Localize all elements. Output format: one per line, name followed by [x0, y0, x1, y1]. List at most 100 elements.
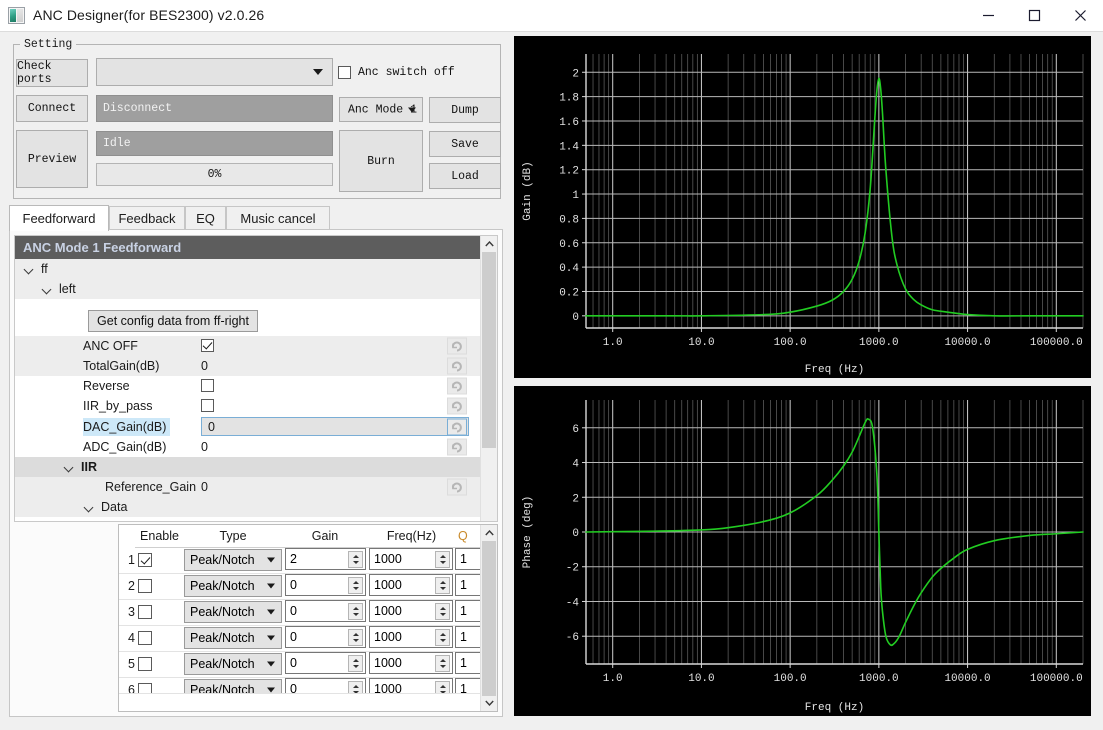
tab-eq[interactable]: EQ	[185, 206, 226, 230]
type-select[interactable]: Peak/Notch	[184, 601, 282, 623]
scroll-down-icon[interactable]	[481, 695, 497, 711]
dac-gain-select[interactable]: 0	[201, 417, 469, 436]
type-select[interactable]: Peak/Notch	[184, 653, 282, 675]
tab-music-cancel[interactable]: Music cancel	[226, 206, 330, 230]
enable-checkbox[interactable]	[138, 657, 152, 671]
freq-stepper[interactable]: 1000	[369, 652, 453, 674]
tree-row-reverse[interactable]: Reverse	[15, 376, 483, 396]
gain-stepper[interactable]: 0	[285, 574, 366, 596]
q-value[interactable]: 1	[455, 600, 481, 622]
tree-row-totalgain[interactable]: TotalGain(dB) 0	[15, 356, 483, 376]
table-scrollbar[interactable]	[480, 525, 497, 711]
table-row[interactable]: 4 Peak/Notch 0 1000 1	[119, 625, 481, 652]
dump-button[interactable]: Dump	[429, 97, 501, 123]
anc-off-checkbox[interactable]	[201, 339, 214, 352]
revert-icon[interactable]	[447, 418, 467, 435]
tree-row-iir[interactable]: IIR	[15, 457, 483, 477]
reverse-checkbox[interactable]	[201, 379, 214, 392]
freq-stepper[interactable]: 1000	[369, 574, 453, 596]
tree-row-iir-bypass[interactable]: IIR_by_pass	[15, 396, 483, 416]
minimize-button[interactable]	[965, 0, 1011, 31]
chevron-down-icon[interactable]	[23, 263, 36, 276]
spinner-arrows-icon[interactable]	[435, 681, 450, 693]
chevron-down-icon[interactable]	[83, 501, 96, 514]
chevron-down-icon[interactable]	[63, 461, 76, 474]
anc-switch-off-row[interactable]: Anc switch off	[338, 66, 455, 79]
spinner-arrows-icon[interactable]	[348, 629, 363, 646]
enable-checkbox[interactable]	[138, 579, 152, 593]
enable-checkbox[interactable]	[138, 683, 152, 693]
scroll-up-icon[interactable]	[481, 525, 497, 541]
tree-row-adc-gain[interactable]: ADC_Gain(dB) 0	[15, 437, 483, 457]
get-config-from-ff-right-button[interactable]: Get config data from ff-right	[88, 310, 258, 332]
load-button[interactable]: Load	[429, 163, 501, 189]
spinner-arrows-icon[interactable]	[348, 655, 363, 672]
save-button[interactable]: Save	[429, 131, 501, 157]
revert-icon[interactable]	[447, 397, 467, 415]
gain-stepper[interactable]: 2	[285, 548, 366, 570]
type-select[interactable]: Peak/Notch	[184, 549, 282, 571]
enable-checkbox[interactable]	[138, 631, 152, 645]
tree-scrollbar[interactable]	[480, 236, 497, 521]
tree-scrollbar-thumb[interactable]	[482, 252, 496, 448]
revert-icon[interactable]	[447, 438, 467, 456]
table-row[interactable]: 5 Peak/Notch 0 1000 1	[119, 651, 481, 678]
tree-row-anc-off[interactable]: ANC OFF	[15, 336, 483, 356]
tree-row-left[interactable]: left	[15, 279, 483, 299]
tree-row-dac-gain[interactable]: DAC_Gain(dB) 0	[15, 416, 483, 437]
gain-stepper[interactable]: 0	[285, 600, 366, 622]
chevron-down-icon[interactable]	[41, 283, 54, 296]
enable-checkbox[interactable]	[138, 553, 152, 567]
spinner-arrows-icon[interactable]	[348, 603, 363, 620]
spinner-arrows-icon[interactable]	[435, 551, 450, 568]
spinner-arrows-icon[interactable]	[435, 655, 450, 672]
freq-stepper[interactable]: 1000	[369, 548, 453, 570]
type-select[interactable]: Peak/Notch	[184, 679, 282, 693]
table-row[interactable]: 6 Peak/Notch 0 1000 1	[119, 677, 481, 694]
scroll-up-icon[interactable]	[481, 236, 497, 252]
anc-switch-off-checkbox[interactable]	[338, 66, 351, 79]
table-row[interactable]: 1 Peak/Notch 2 1000 1	[119, 547, 481, 574]
tree-row-ff[interactable]: ff	[15, 259, 483, 279]
revert-icon[interactable]	[447, 478, 467, 496]
table-row[interactable]: 3 Peak/Notch 0 1000 1	[119, 599, 481, 626]
q-value[interactable]: 1	[455, 626, 481, 648]
maximize-button[interactable]	[1011, 0, 1057, 31]
q-value[interactable]: 1	[455, 574, 481, 596]
gain-stepper[interactable]: 0	[285, 626, 366, 648]
preview-button[interactable]: Preview	[16, 130, 88, 188]
freq-stepper[interactable]: 1000	[369, 626, 453, 648]
q-value[interactable]: 1	[455, 652, 481, 674]
revert-icon[interactable]	[447, 377, 467, 395]
close-button[interactable]	[1057, 0, 1103, 31]
type-select[interactable]: Peak/Notch	[184, 627, 282, 649]
revert-icon[interactable]	[447, 357, 467, 375]
spinner-arrows-icon[interactable]	[435, 577, 450, 594]
spinner-arrows-icon[interactable]	[348, 681, 363, 693]
port-select[interactable]	[96, 58, 333, 86]
table-scrollbar-thumb[interactable]	[482, 541, 496, 696]
enable-checkbox[interactable]	[138, 605, 152, 619]
spinner-arrows-icon[interactable]	[348, 577, 363, 594]
tab-feedforward[interactable]: Feedforward	[9, 205, 109, 231]
spinner-arrows-icon[interactable]	[348, 551, 363, 568]
tree-row-data[interactable]: Data	[15, 497, 483, 517]
revert-icon[interactable]	[447, 337, 467, 355]
check-ports-button[interactable]: Check ports	[16, 59, 88, 87]
gain-stepper[interactable]: 0	[285, 678, 366, 693]
gain-stepper[interactable]: 0	[285, 652, 366, 674]
tree-row-reference-gain[interactable]: Reference_Gain 0	[15, 477, 483, 497]
q-value[interactable]: 1	[455, 678, 481, 693]
type-select[interactable]: Peak/Notch	[184, 575, 282, 597]
burn-button[interactable]: Burn	[339, 130, 423, 192]
spinner-arrows-icon[interactable]	[435, 629, 450, 646]
table-row[interactable]: 2 Peak/Notch 0 1000 1	[119, 573, 481, 600]
spinner-arrows-icon[interactable]	[435, 603, 450, 620]
anc-mode-select[interactable]: Anc Mode 1	[339, 97, 423, 122]
tab-feedback[interactable]: Feedback	[109, 206, 185, 230]
freq-stepper[interactable]: 1000	[369, 600, 453, 622]
q-value[interactable]: 1	[455, 548, 481, 570]
iir-bypass-checkbox[interactable]	[201, 399, 214, 412]
connect-button[interactable]: Connect	[16, 95, 88, 122]
freq-stepper[interactable]: 1000	[369, 678, 453, 693]
